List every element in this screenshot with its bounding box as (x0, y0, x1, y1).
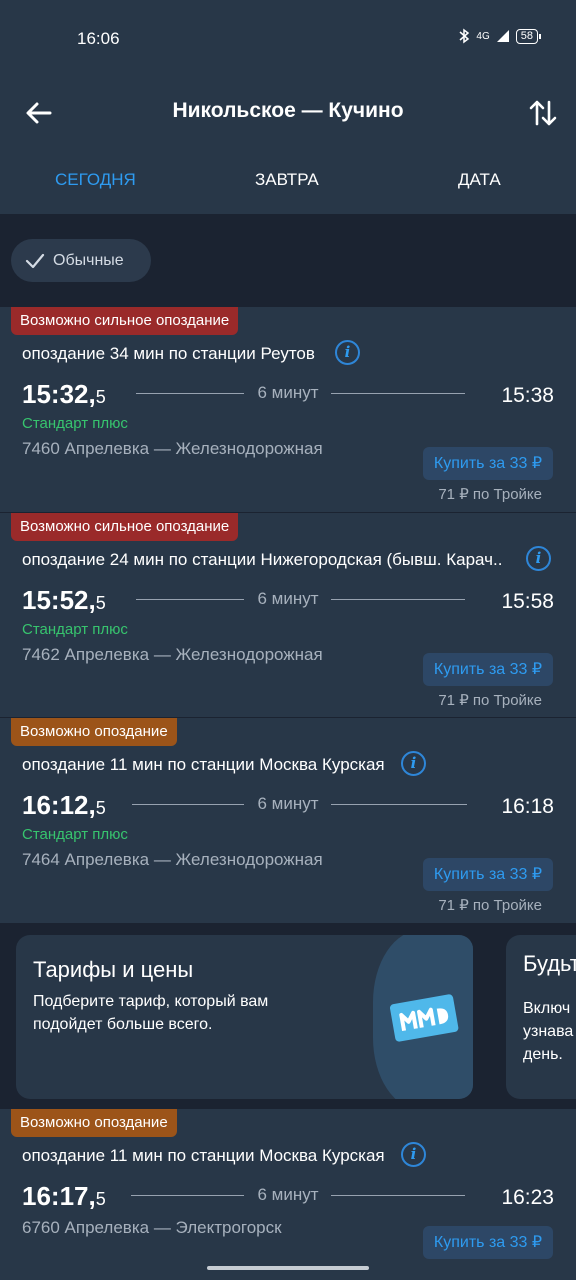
buy-ticket-button[interactable]: Купить за 33 ₽ (423, 1226, 553, 1259)
buy-ticket-button[interactable]: Купить за 33 ₽ (423, 653, 553, 686)
train-card[interactable]: Возможно опоздание опоздание 11 мин по с… (0, 718, 576, 923)
buy-ticket-button[interactable]: Купить за 33 ₽ (423, 858, 553, 891)
timeline-right (331, 599, 465, 600)
timeline-right (331, 804, 467, 805)
train-route: 7462 Апрелевка — Железнодорожная (22, 645, 323, 664)
delay-text: опоздание 34 мин по станции Реутов (22, 344, 315, 363)
delay-text: опоздание 11 мин по станции Москва Курск… (22, 1146, 385, 1165)
train-card[interactable]: Возможно сильное опоздание опоздание 34 … (0, 307, 576, 512)
tariff-label: Стандарт плюс (22, 415, 128, 432)
arrival-time: 15:58 (501, 590, 554, 613)
tariff-label: Стандарт плюс (22, 621, 128, 638)
tab-today[interactable]: СЕГОДНЯ (55, 170, 136, 190)
arrival-time: 15:38 (501, 384, 554, 407)
train-route: 6760 Апрелевка — Электрогорск (22, 1218, 282, 1237)
delay-badge: Возможно сильное опоздание (11, 307, 239, 335)
info-icon[interactable]: i (335, 340, 360, 365)
battery-icon: 58 (515, 28, 542, 44)
trip-duration: 6 минут (257, 1185, 319, 1204)
promo-card-next[interactable]: Будьт Включ узнава день. (506, 935, 576, 1099)
swap-direction-icon[interactable] (526, 96, 560, 130)
delay-text: опоздание 24 мин по станции Нижегородска… (22, 550, 503, 569)
troika-price: 71 ₽ по Тройке (438, 692, 542, 709)
delay-badge: Возможно сильное опоздание (11, 513, 239, 541)
bluetooth-icon (459, 28, 470, 44)
promo-next-title: Будьт (523, 951, 576, 976)
train-card[interactable]: Возможно опоздание опоздание 11 мин по с… (0, 1109, 576, 1280)
filter-chip-label: Обычные (53, 251, 124, 269)
buy-ticket-button[interactable]: Купить за 33 ₽ (423, 447, 553, 480)
arrival-time: 16:23 (501, 1186, 554, 1209)
promo-title: Тарифы и цены (33, 957, 194, 982)
date-tabs: СЕГОДНЯ ЗАВТРА ДАТА (0, 170, 576, 200)
trip-duration: 6 минут (257, 383, 319, 402)
promo-next-line: Включ (523, 1000, 571, 1017)
promo-next-line: день. (523, 1046, 563, 1063)
promo-next-text: Включ узнава день. (523, 997, 573, 1066)
troika-price: 71 ₽ по Тройке (438, 486, 542, 503)
troika-price: 71 ₽ по Тройке (438, 897, 542, 914)
info-icon[interactable]: i (526, 546, 551, 571)
promo-next-line: узнава (523, 1023, 574, 1040)
info-icon[interactable]: i (401, 751, 426, 776)
train-card[interactable]: Возможно сильное опоздание опоздание 24 … (0, 513, 576, 717)
train-route: 7464 Апрелевка — Железнодорожная (22, 850, 323, 869)
page-title: Никольское — Кучино (172, 99, 404, 122)
timeline-right (331, 393, 465, 394)
header: Никольское — Кучино СЕГОДНЯ ЗАВТРА ДАТА (0, 78, 576, 214)
promo-card-tariffs[interactable]: Тарифы и цены Подберите тариф, который в… (16, 935, 473, 1099)
home-indicator[interactable] (207, 1266, 369, 1270)
train-route: 7460 Апрелевка — Железнодорожная (22, 439, 323, 458)
tab-date[interactable]: ДАТА (458, 170, 501, 190)
arrival-time: 16:18 (501, 795, 554, 818)
delay-badge: Возможно опоздание (11, 1109, 177, 1137)
ticket-icon (389, 994, 459, 1042)
check-icon (25, 253, 45, 268)
signal-icon (496, 30, 509, 42)
timeline-right (331, 1195, 465, 1196)
tab-tomorrow[interactable]: ЗАВТРА (255, 170, 319, 190)
trip-duration: 6 минут (257, 589, 319, 608)
trip-duration: 6 минут (257, 794, 319, 813)
network-icon: 4G (476, 30, 490, 42)
delay-text: опоздание 11 мин по станции Москва Курск… (22, 755, 385, 774)
filter-chip-regular[interactable]: Обычные (11, 239, 151, 282)
status-time: 16:06 (77, 29, 120, 48)
filter-bar: Обычные (0, 214, 576, 307)
status-bar: 16:06 4G 58 (0, 0, 576, 78)
tariff-label: Стандарт плюс (22, 826, 128, 843)
info-icon[interactable]: i (401, 1142, 426, 1167)
promo-text: Подберите тариф, который вам подойдет бо… (33, 993, 269, 1033)
delay-badge: Возможно опоздание (11, 718, 177, 746)
status-icons: 4G 58 (458, 28, 542, 44)
